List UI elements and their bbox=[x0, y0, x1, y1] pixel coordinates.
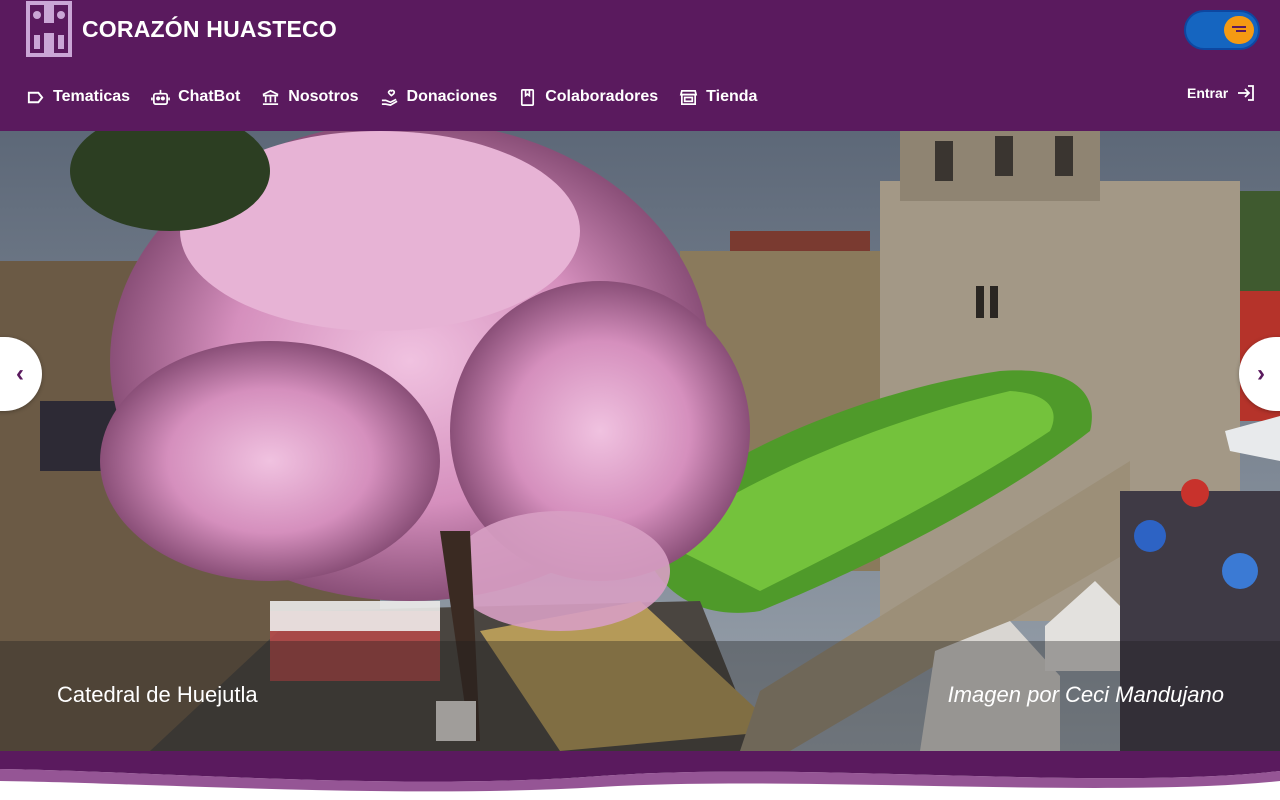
robot-icon bbox=[151, 89, 170, 105]
brand[interactable]: CORAZÓN HUASTECO bbox=[26, 0, 337, 58]
tag-icon bbox=[27, 91, 44, 103]
nav-item-tematicas[interactable]: Tematicas bbox=[26, 88, 130, 107]
nav-item-donaciones[interactable]: Donaciones bbox=[380, 88, 498, 107]
nav-item-colaboradores[interactable]: Colaboradores bbox=[518, 88, 658, 107]
nav-label-tematicas: Tematicas bbox=[53, 88, 131, 105]
nav-item-chatbot[interactable]: ChatBot bbox=[151, 88, 240, 107]
decorative-wave bbox=[0, 751, 1280, 800]
store-icon bbox=[679, 89, 698, 105]
bookmark-book-icon bbox=[521, 88, 535, 106]
main-nav: Tematicas ChatBot Nosotros Donaciones Co… bbox=[26, 80, 778, 114]
corazon-huasteco-logo bbox=[26, 1, 72, 57]
institution-icon bbox=[262, 89, 279, 105]
nav-label-colaboradores: Colaboradores bbox=[545, 88, 659, 105]
nav-item-tienda[interactable]: Tienda bbox=[679, 88, 757, 107]
theme-toggle[interactable] bbox=[1184, 10, 1260, 50]
brand-title: CORAZÓN HUASTECO bbox=[82, 15, 337, 42]
hero-carousel: Catedral de Huejutla Imagen por Ceci Man… bbox=[0, 131, 1280, 751]
nav-item-nosotros[interactable]: Nosotros bbox=[261, 88, 359, 107]
toggle-knob bbox=[1224, 16, 1254, 44]
login-arrow-icon bbox=[1238, 85, 1255, 101]
nav-label-chatbot: ChatBot bbox=[178, 88, 241, 105]
slide-caption-title: Catedral de Huejutla bbox=[57, 682, 258, 707]
nav-label-tienda: Tienda bbox=[706, 88, 758, 105]
login-button[interactable]: Entrar bbox=[1187, 83, 1256, 103]
chevron-right-icon: › bbox=[1257, 360, 1265, 387]
slide-caption-credit: Imagen por Ceci Mandujano bbox=[947, 682, 1224, 707]
top-header: CORAZÓN HUASTECO Tematicas ChatBot Nosot… bbox=[0, 0, 1280, 131]
donate-hand-icon bbox=[381, 89, 398, 106]
login-label: Entrar bbox=[1187, 85, 1229, 101]
toggle-lines-icon bbox=[1232, 26, 1246, 32]
nav-label-donaciones: Donaciones bbox=[406, 88, 498, 105]
chevron-left-icon: ‹ bbox=[16, 360, 24, 387]
nav-label-nosotros: Nosotros bbox=[288, 88, 359, 105]
